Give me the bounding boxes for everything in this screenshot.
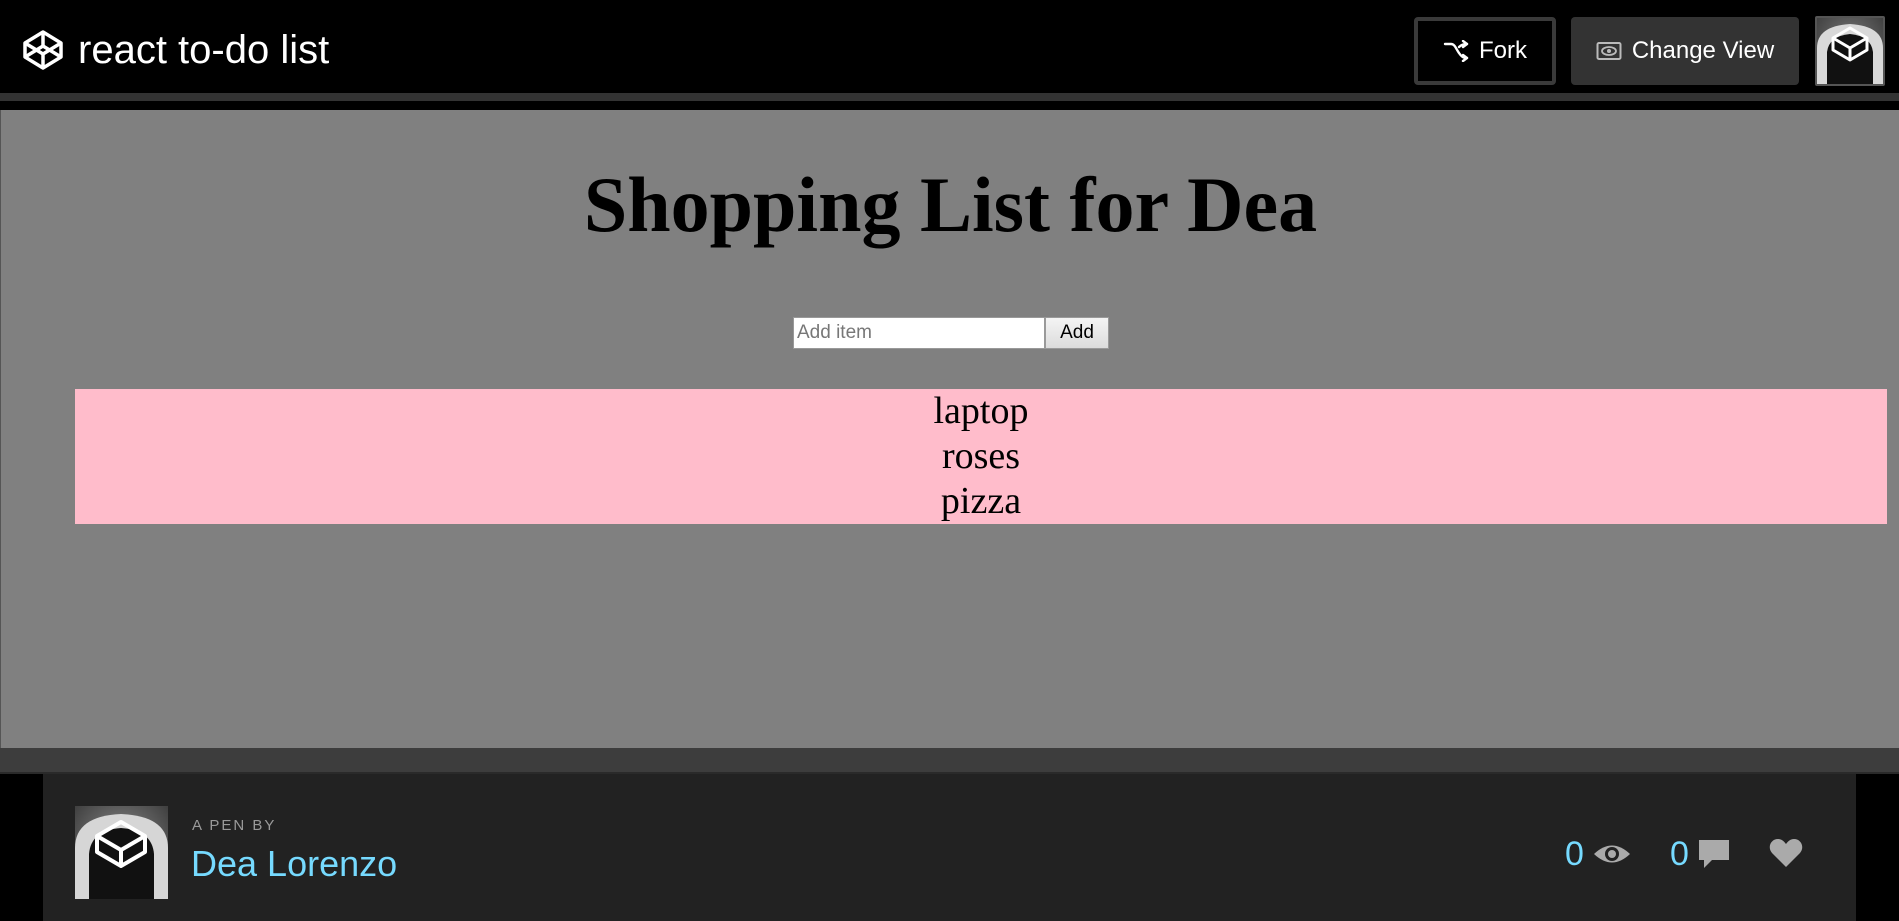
add-item-input[interactable]	[793, 317, 1045, 349]
codepen-logo-icon[interactable]	[21, 28, 65, 72]
comments-stat[interactable]: 0	[1670, 834, 1731, 874]
result-preview: Shopping List for Dea Add laptop roses p…	[0, 110, 1899, 748]
add-item-form: Add	[793, 317, 1109, 349]
author-bar: A PEN BY Dea Lorenzo 0 0	[43, 774, 1856, 921]
pen-title[interactable]: react to-do list	[78, 24, 329, 76]
heart-icon[interactable]	[1769, 838, 1803, 868]
pen-by-label: A PEN BY	[192, 817, 277, 834]
views-stat[interactable]: 0	[1565, 834, 1632, 874]
list-item: pizza	[940, 480, 1022, 522]
shopping-list: laptop roses pizza	[75, 389, 1887, 524]
author-name-link[interactable]: Dea Lorenzo	[191, 842, 397, 886]
eye-icon	[1596, 42, 1622, 60]
user-avatar[interactable]	[1815, 16, 1885, 86]
add-button[interactable]: Add	[1045, 317, 1109, 349]
views-count: 0	[1565, 835, 1584, 873]
fork-label: Fork	[1479, 37, 1527, 64]
comments-count: 0	[1670, 835, 1689, 873]
top-bar: react to-do list Fork Change View	[0, 0, 1899, 101]
list-item: roses	[941, 435, 1021, 477]
change-view-label: Change View	[1631, 37, 1775, 64]
comment-icon	[1698, 840, 1729, 868]
author-avatar[interactable]	[75, 806, 168, 899]
footer: A PEN BY Dea Lorenzo 0 0	[0, 774, 1899, 921]
eye-icon	[1593, 845, 1630, 863]
fork-icon	[1443, 40, 1469, 62]
list-item: laptop	[933, 390, 1029, 432]
page-title: Shopping List for Dea	[583, 161, 1318, 248]
change-view-button[interactable]: Change View	[1571, 17, 1799, 85]
avatar-codepen-icon	[75, 814, 168, 899]
avatar-codepen-icon	[1817, 24, 1883, 84]
fork-button[interactable]: Fork	[1414, 17, 1556, 85]
resize-strip[interactable]	[0, 748, 1899, 774]
